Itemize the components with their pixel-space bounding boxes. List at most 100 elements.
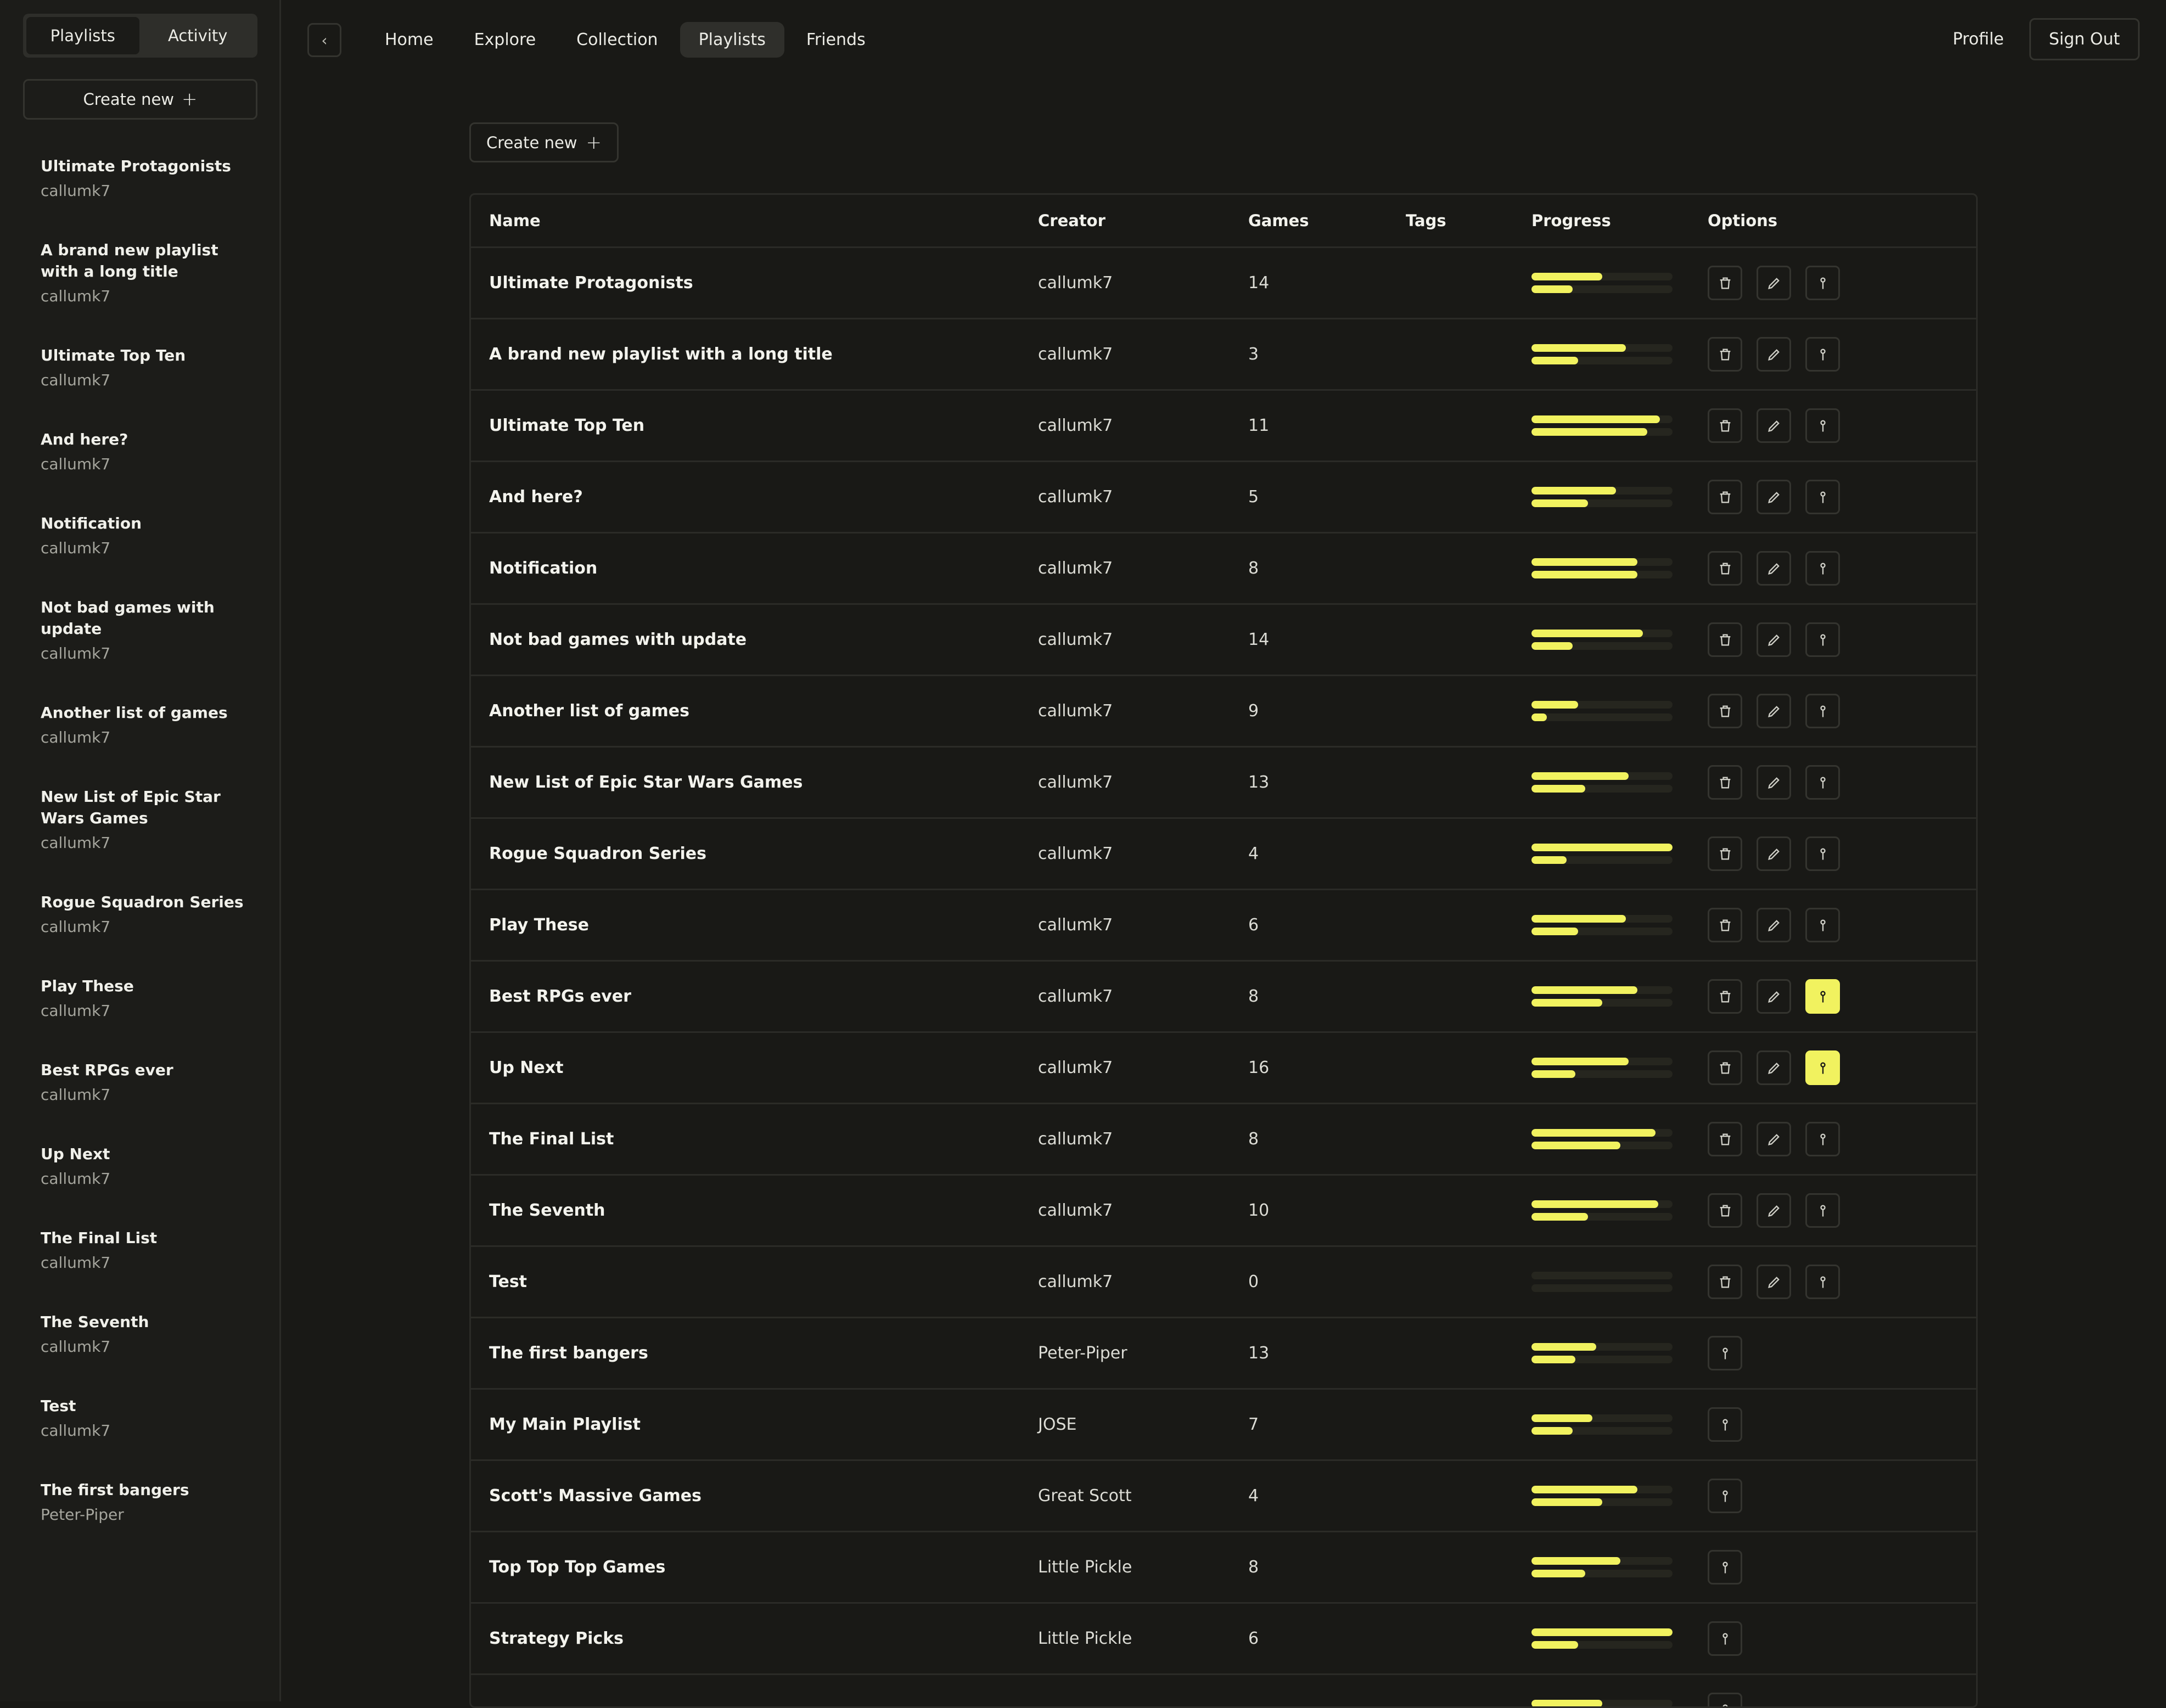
trash-icon[interactable] — [1708, 1122, 1742, 1156]
trash-icon[interactable] — [1708, 337, 1742, 372]
pencil-icon[interactable] — [1757, 1122, 1791, 1156]
table-row[interactable]: Play These callumk7 6 — [471, 890, 1976, 962]
pencil-icon[interactable] — [1757, 908, 1791, 942]
playlist-name[interactable]: My Main Playlist — [489, 1390, 641, 1459]
playlist-name[interactable]: Ultimate Top Ten — [489, 391, 644, 460]
sidebar-playlist-item[interactable]: The Seventh callumk7 — [41, 1311, 260, 1357]
sidebar-playlist-item[interactable]: Up Next callumk7 — [41, 1143, 260, 1189]
table-row[interactable]: Top Top Top Games Little Pickle 8 — [471, 1532, 1976, 1604]
sidebar-playlist-item[interactable]: A brand new playlist with a long title ca… — [41, 239, 260, 307]
nav-playlists[interactable]: Playlists — [680, 22, 784, 58]
pin-icon[interactable] — [1708, 1621, 1742, 1656]
pin-icon[interactable] — [1805, 908, 1840, 942]
table-row[interactable]: The first bangers Peter-Piper 13 — [471, 1318, 1976, 1390]
pin-icon[interactable] — [1805, 551, 1840, 586]
table-row[interactable]: Another list of games callumk7 9 — [471, 676, 1976, 748]
pencil-icon[interactable] — [1757, 694, 1791, 728]
pin-icon[interactable] — [1708, 1336, 1742, 1370]
trash-icon[interactable] — [1708, 408, 1742, 443]
table-row[interactable]: My Main Playlist JOSE 7 — [471, 1390, 1976, 1461]
sidebar-playlist-item[interactable]: The first bangers Peter-Piper — [41, 1479, 260, 1525]
pencil-icon[interactable] — [1757, 1193, 1791, 1228]
sidebar-playlist-item[interactable]: New List of Epic Star Wars Games callumk7 — [41, 786, 260, 853]
pin-icon[interactable] — [1708, 1550, 1742, 1585]
sidebar-playlist-item[interactable]: Test callumk7 — [41, 1395, 260, 1441]
table-row[interactable]: A brand new playlist with a long title ca… — [471, 319, 1976, 391]
trash-icon[interactable] — [1708, 1050, 1742, 1085]
sidebar-create-new-button[interactable]: Create new + — [23, 79, 257, 120]
sidebar-playlist-item[interactable]: Play These callumk7 — [41, 975, 260, 1021]
trash-icon[interactable] — [1708, 694, 1742, 728]
table-row[interactable]: Best RPGs ever callumk7 8 — [471, 962, 1976, 1033]
back-button[interactable]: ‹ — [307, 23, 341, 57]
trash-icon[interactable] — [1708, 1193, 1742, 1228]
playlist-name[interactable]: Notification — [489, 533, 597, 603]
playlist-name[interactable]: A brand new playlist with a long title — [489, 319, 833, 389]
trash-icon[interactable] — [1708, 1265, 1742, 1299]
pin-icon[interactable] — [1805, 408, 1840, 443]
pin-icon[interactable] — [1805, 266, 1840, 300]
table-row[interactable]: Scott's Massive Games Great Scott 4 — [471, 1461, 1976, 1532]
playlist-name[interactable]: Another list of games — [489, 676, 689, 746]
trash-icon[interactable] — [1708, 979, 1742, 1014]
playlist-name[interactable]: Ultimate Protagonists — [489, 248, 693, 318]
pencil-icon[interactable] — [1757, 337, 1791, 372]
table-row[interactable]: Strategy Picks Little Pickle 6 — [471, 1604, 1976, 1675]
sidebar-playlist-item[interactable]: Notification callumk7 — [41, 513, 260, 559]
table-row[interactable] — [471, 1675, 1976, 1706]
playlist-name[interactable]: The Final List — [489, 1104, 614, 1174]
playlist-name[interactable]: Best RPGs ever — [489, 962, 631, 1031]
playlist-name[interactable]: Up Next — [489, 1033, 563, 1103]
playlist-name[interactable]: Rogue Squadron Series — [489, 819, 706, 889]
nav-collection[interactable]: Collection — [558, 22, 676, 58]
table-row[interactable]: Ultimate Top Ten callumk7 11 — [471, 391, 1976, 462]
table-row[interactable]: New List of Epic Star Wars Games callumk7… — [471, 748, 1976, 819]
pencil-icon[interactable] — [1757, 1050, 1791, 1085]
tab-playlists[interactable]: Playlists — [26, 17, 139, 54]
playlist-name[interactable]: Strategy Picks — [489, 1604, 624, 1673]
table-row[interactable]: Ultimate Protagonists callumk7 14 — [471, 248, 1976, 319]
table-row[interactable]: And here? callumk7 5 — [471, 462, 1976, 533]
nav-explore[interactable]: Explore — [456, 22, 555, 58]
table-row[interactable]: Test callumk7 0 — [471, 1247, 1976, 1318]
pencil-icon[interactable] — [1757, 266, 1791, 300]
playlist-name[interactable]: Test — [489, 1247, 527, 1317]
pencil-icon[interactable] — [1757, 979, 1791, 1014]
pencil-icon[interactable] — [1757, 765, 1791, 800]
nav-home[interactable]: Home — [366, 22, 452, 58]
pin-icon[interactable] — [1805, 836, 1840, 871]
pin-icon[interactable] — [1805, 1122, 1840, 1156]
table-row[interactable]: Notification callumk7 8 — [471, 533, 1976, 605]
pin-icon[interactable] — [1708, 1479, 1742, 1513]
pin-icon[interactable] — [1805, 337, 1840, 372]
trash-icon[interactable] — [1708, 908, 1742, 942]
playlist-name[interactable]: And here? — [489, 462, 583, 532]
trash-icon[interactable] — [1708, 480, 1742, 514]
pencil-icon[interactable] — [1757, 836, 1791, 871]
table-row[interactable]: The Final List callumk7 8 — [471, 1104, 1976, 1176]
playlist-name[interactable]: Scott's Massive Games — [489, 1461, 702, 1531]
trash-icon[interactable] — [1708, 266, 1742, 300]
create-new-playlist-button[interactable]: Create new + — [469, 122, 619, 162]
playlist-name[interactable]: The first bangers — [489, 1318, 648, 1388]
profile-link[interactable]: Profile — [1941, 18, 2015, 60]
sidebar-playlist-item[interactable]: And here? callumk7 — [41, 429, 260, 475]
pin-icon[interactable] — [1805, 765, 1840, 800]
table-row[interactable]: Rogue Squadron Series callumk7 4 — [471, 819, 1976, 890]
pin-icon[interactable] — [1708, 1693, 1742, 1706]
pin-icon[interactable] — [1708, 1407, 1742, 1442]
playlist-name[interactable]: The Seventh — [489, 1176, 605, 1245]
pin-icon[interactable] — [1805, 694, 1840, 728]
sidebar-playlist-item[interactable]: Ultimate Top Ten callumk7 — [41, 345, 260, 391]
trash-icon[interactable] — [1708, 836, 1742, 871]
pencil-icon[interactable] — [1757, 622, 1791, 657]
table-row[interactable]: The Seventh callumk7 10 — [471, 1176, 1976, 1247]
pencil-icon[interactable] — [1757, 1265, 1791, 1299]
nav-friends[interactable]: Friends — [788, 22, 884, 58]
table-row[interactable]: Up Next callumk7 16 — [471, 1033, 1976, 1104]
playlist-name[interactable]: New List of Epic Star Wars Games — [489, 748, 803, 817]
trash-icon[interactable] — [1708, 622, 1742, 657]
trash-icon[interactable] — [1708, 765, 1742, 800]
pencil-icon[interactable] — [1757, 408, 1791, 443]
sidebar-playlist-item[interactable]: Not bad games with update callumk7 — [41, 597, 260, 664]
